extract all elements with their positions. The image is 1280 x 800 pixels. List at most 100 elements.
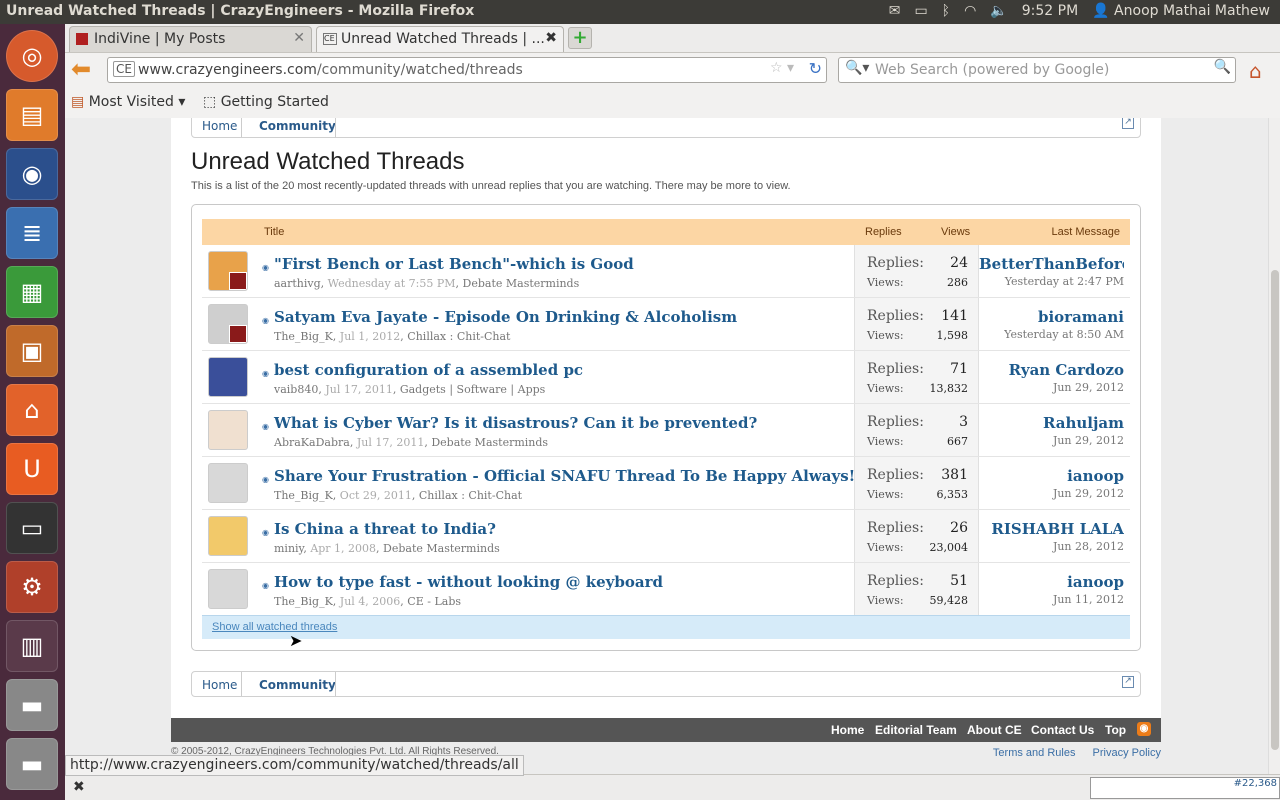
terms-link[interactable]: Terms and Rules [993, 747, 1076, 759]
vertical-scrollbar[interactable] [1268, 118, 1280, 774]
thread-author[interactable]: The_Big_K [274, 330, 333, 343]
footer-link-editorial-team[interactable]: Editorial Team [875, 723, 957, 737]
workspaces-icon[interactable]: ▥ [6, 620, 58, 672]
thread-author[interactable]: aarthivg [274, 277, 321, 290]
last-poster[interactable]: Ryan Cardozo [979, 361, 1124, 379]
rss-icon[interactable]: ◉ [1137, 722, 1151, 736]
thread-forum[interactable]: Chillax : Chit-Chat [407, 330, 510, 343]
tab-indivine[interactable]: IndiVine | My Posts ✕ [69, 26, 312, 52]
last-poster[interactable]: Rahuljam [979, 414, 1124, 432]
thread-title-link[interactable]: Satyam Eva Jayate - Episode On Drinking … [274, 308, 737, 326]
last-poster[interactable]: ianoop [979, 573, 1124, 591]
last-poster[interactable]: ianoop [979, 467, 1124, 485]
last-message-date[interactable]: Yesterday at 8:50 AM [979, 328, 1124, 341]
thread-forum[interactable]: Debate Masterminds [463, 277, 580, 290]
tab-watched-threads[interactable]: CE Unread Watched Threads | ... ✖ [316, 26, 564, 52]
firefox-icon[interactable]: ◉ [6, 148, 58, 200]
last-poster-avatar[interactable] [229, 325, 247, 343]
volume-icon[interactable]: 🔈 [990, 3, 1007, 19]
last-poster[interactable]: RISHABH LALA [979, 520, 1124, 538]
footer-link-contact[interactable]: Contact Us [1031, 723, 1094, 737]
page-viewport[interactable]: Home Community ↗ Unread Watched Threads … [65, 118, 1268, 774]
traffic-counter[interactable]: #22,368 [1090, 777, 1280, 799]
last-poster[interactable]: BetterThanBefore [979, 255, 1124, 273]
ubuntu-dash-icon[interactable]: ◎ [6, 30, 58, 82]
last-message-date[interactable]: Yesterday at 2:47 PM [979, 275, 1124, 288]
thread-title-link[interactable]: "First Bench or Last Bench"-which is Goo… [274, 255, 634, 273]
terminal-icon[interactable]: ▭ [6, 502, 58, 554]
search-engine-icon[interactable]: 🔍▾ [845, 60, 869, 76]
drive-icon-2[interactable]: ▬ [6, 738, 58, 790]
search-bar[interactable]: 🔍▾ Web Search (powered by Google) 🔍 [838, 57, 1236, 83]
reload-icon[interactable]: ↻ [809, 59, 822, 78]
thread-author[interactable]: AbraKaDabra [274, 436, 350, 449]
jump-icon[interactable]: ↗ [1122, 118, 1134, 129]
thread-forum[interactable]: Chillax : Chit-Chat [419, 489, 522, 502]
show-all-watched-threads-link[interactable]: Show all watched threads [212, 621, 337, 633]
bookmark-most-visited[interactable]: ▤ Most Visited ▾ [71, 94, 185, 110]
avatar[interactable] [208, 569, 248, 609]
thread-forum[interactable]: Debate Masterminds [383, 542, 500, 555]
last-message-date[interactable]: Jun 28, 2012 [979, 540, 1124, 553]
column-replies[interactable]: Replies [865, 226, 902, 238]
thread-forum[interactable]: Debate Masterminds [431, 436, 548, 449]
column-last-message[interactable]: Last Message [1052, 226, 1120, 238]
mail-icon[interactable]: ✉ [889, 3, 901, 19]
thread-author[interactable]: The_Big_K [274, 595, 333, 608]
software-center-icon[interactable]: ⌂ [6, 384, 58, 436]
home-icon[interactable]: ⌂ [1249, 59, 1262, 83]
site-identity-badge[interactable]: CE [113, 61, 135, 77]
bookmark-star-icon[interactable]: ☆ ▾ [770, 60, 794, 76]
new-tab-button[interactable]: + [568, 27, 592, 49]
thread-title-link[interactable]: What is Cyber War? Is it disastrous? Can… [274, 414, 757, 432]
thread-title-link[interactable]: Share Your Frustration - Official SNAFU … [274, 467, 855, 485]
settings-icon[interactable]: ⚙ [6, 561, 58, 613]
last-message-date[interactable]: Jun 29, 2012 [979, 487, 1124, 500]
thread-title-link[interactable]: How to type fast - without looking @ key… [274, 573, 663, 591]
clock[interactable]: 9:52 PM [1022, 3, 1078, 19]
wifi-icon[interactable]: ◠ [964, 3, 976, 19]
footer-link-home[interactable]: Home [831, 723, 864, 737]
avatar[interactable] [208, 516, 248, 556]
last-message-date[interactable]: Jun 29, 2012 [979, 381, 1124, 394]
files-icon[interactable]: ▤ [6, 89, 58, 141]
column-views[interactable]: Views [941, 226, 970, 238]
close-icon[interactable]: ✖ [545, 30, 557, 46]
battery-icon[interactable]: ▭ [914, 3, 927, 19]
writer-icon[interactable]: ≣ [6, 207, 58, 259]
thread-title-link[interactable]: best configuration of a assembled pc [274, 361, 583, 379]
last-message-date[interactable]: Jun 11, 2012 [979, 593, 1124, 606]
avatar[interactable] [208, 251, 248, 291]
scrollbar-thumb[interactable] [1271, 270, 1279, 750]
thread-author[interactable]: The_Big_K [274, 489, 333, 502]
last-poster-avatar[interactable] [229, 272, 247, 290]
impress-icon[interactable]: ▣ [6, 325, 58, 377]
thread-forum[interactable]: Gadgets | Software | Apps [400, 383, 545, 396]
avatar[interactable] [208, 410, 248, 450]
avatar[interactable] [208, 357, 248, 397]
jump-icon[interactable]: ↗ [1122, 676, 1134, 688]
user-menu[interactable]: 👤 Anoop Mathai Mathew [1092, 3, 1270, 19]
thread-forum[interactable]: CE - Labs [407, 595, 461, 608]
drive-icon[interactable]: ▬ [6, 679, 58, 731]
avatar[interactable] [208, 304, 248, 344]
ubuntu-one-icon[interactable]: U [6, 443, 58, 495]
calc-icon[interactable]: ▦ [6, 266, 58, 318]
close-addon-bar-icon[interactable]: ✖ [73, 779, 85, 795]
bookmark-getting-started[interactable]: ⬚ Getting Started [203, 94, 329, 110]
search-go-icon[interactable]: 🔍 [1214, 59, 1231, 75]
avatar[interactable] [208, 463, 248, 503]
last-poster[interactable]: bioramani [979, 308, 1124, 326]
column-title[interactable]: Title [264, 226, 284, 238]
privacy-link[interactable]: Privacy Policy [1093, 747, 1161, 759]
back-arrow-icon[interactable]: ⬅ [71, 57, 97, 83]
thread-author[interactable]: vaib840 [274, 383, 318, 396]
close-icon[interactable]: ✕ [293, 30, 305, 46]
footer-link-about[interactable]: About CE [967, 723, 1022, 737]
bluetooth-icon[interactable]: ᛒ [942, 3, 950, 19]
footer-link-top[interactable]: Top [1105, 723, 1126, 737]
thread-author[interactable]: miniy [274, 542, 303, 555]
thread-title-link[interactable]: Is China a threat to India? [274, 520, 496, 538]
url-bar[interactable]: CE www.crazyengineers.com/community/watc… [107, 57, 827, 83]
last-message-date[interactable]: Jun 29, 2012 [979, 434, 1124, 447]
